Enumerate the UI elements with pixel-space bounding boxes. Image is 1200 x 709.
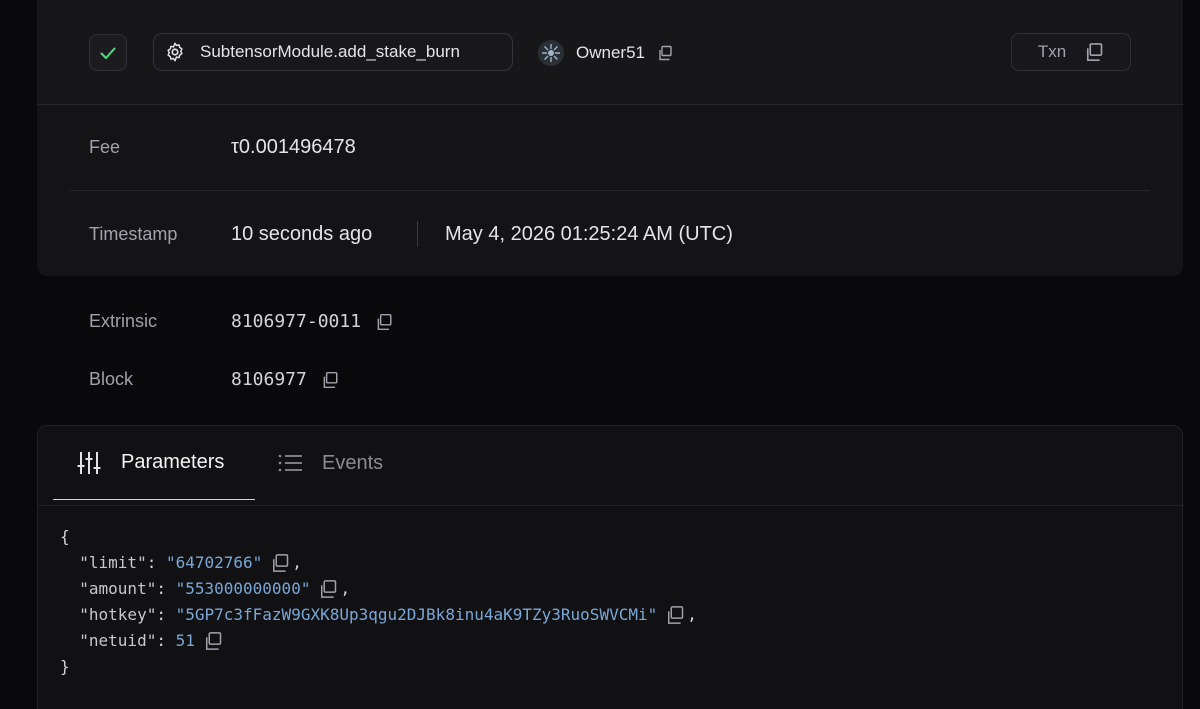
tab-events[interactable]: Events [276, 426, 383, 500]
param-value: "64702766" [165, 553, 263, 572]
timestamp-separator [417, 221, 418, 247]
param-key: "amount" [79, 579, 157, 598]
param-key: "limit" [79, 553, 147, 572]
fee-label: Fee [89, 137, 121, 157]
row-divider [69, 190, 1150, 191]
transaction-summary-card: SubtensorModule.add_stake_burn Owner51 T… [37, 0, 1183, 276]
copy-icon[interactable] [270, 553, 290, 573]
copy-icon[interactable] [657, 45, 673, 61]
copy-icon[interactable] [203, 631, 223, 651]
timestamp-relative: 10 seconds ago [231, 223, 373, 245]
block-label: Block [89, 369, 134, 389]
json-param-netuid: "netuid": 51 [60, 628, 697, 654]
param-value: 51 [175, 631, 195, 650]
param-key: "netuid" [79, 631, 157, 650]
tab-label: Parameters [121, 451, 225, 473]
check-icon [100, 47, 116, 59]
panel-tabs: Parameters Events [38, 426, 1184, 506]
network-avatar-icon [542, 44, 560, 62]
timestamp-label: Timestamp [89, 224, 178, 244]
json-param-amount: "amount": "553000000000" , [60, 576, 697, 602]
param-value: "553000000000" [175, 579, 311, 598]
txn-copy-button[interactable]: Txn [1011, 33, 1131, 71]
extrinsic-value[interactable]: 8106977-0011 [231, 311, 361, 332]
details-panel: Parameters Events { "limit": "64702766" … [37, 425, 1184, 709]
tab-label: Events [322, 451, 384, 474]
owner-avatar [538, 40, 564, 66]
extrinsic-label: Extrinsic [89, 311, 158, 331]
block-id: 8106977 [231, 369, 339, 390]
param-key: "hotkey" [79, 605, 157, 624]
owner-name: Owner51 [576, 43, 645, 62]
method-name: SubtensorModule.add_stake_burn [200, 42, 460, 61]
gear-icon [167, 42, 183, 62]
extrinsic-method-pill[interactable]: SubtensorModule.add_stake_burn [153, 33, 513, 71]
parameters-json: { "limit": "64702766" , "amount": "55300… [60, 524, 697, 680]
copy-icon [1084, 42, 1104, 62]
txn-label: Txn [1037, 42, 1067, 61]
json-param-hotkey: "hotkey": "5GP7c3fFazW9GXK8Up3qgu2DJBk8i… [60, 602, 697, 628]
list-icon [278, 454, 302, 472]
tab-parameters[interactable]: Parameters [53, 426, 255, 500]
param-value[interactable]: "5GP7c3fFazW9GXK8Up3qgu2DJBk8inu4aK9TZy3… [176, 602, 658, 628]
json-close-brace: } [60, 657, 70, 676]
json-open-brace: { [60, 527, 70, 546]
timestamp-absolute: May 4, 2026 01:25:24 AM (UTC) [445, 223, 733, 245]
copy-icon[interactable] [318, 579, 338, 599]
sliders-icon [77, 451, 101, 474]
extrinsic-id: 8106977-0011 [231, 311, 393, 332]
transaction-header: SubtensorModule.add_stake_burn Owner51 T… [37, 0, 1183, 105]
copy-icon[interactable] [321, 371, 339, 389]
block-value[interactable]: 8106977 [231, 369, 307, 390]
copy-icon[interactable] [375, 313, 393, 331]
copy-icon[interactable] [665, 605, 685, 625]
status-success-badge [89, 34, 127, 71]
json-param-limit: "limit": "64702766" , [60, 550, 697, 576]
fee-value: τ0.001496478 [231, 136, 356, 158]
owner-link[interactable]: Owner51 [538, 39, 673, 67]
